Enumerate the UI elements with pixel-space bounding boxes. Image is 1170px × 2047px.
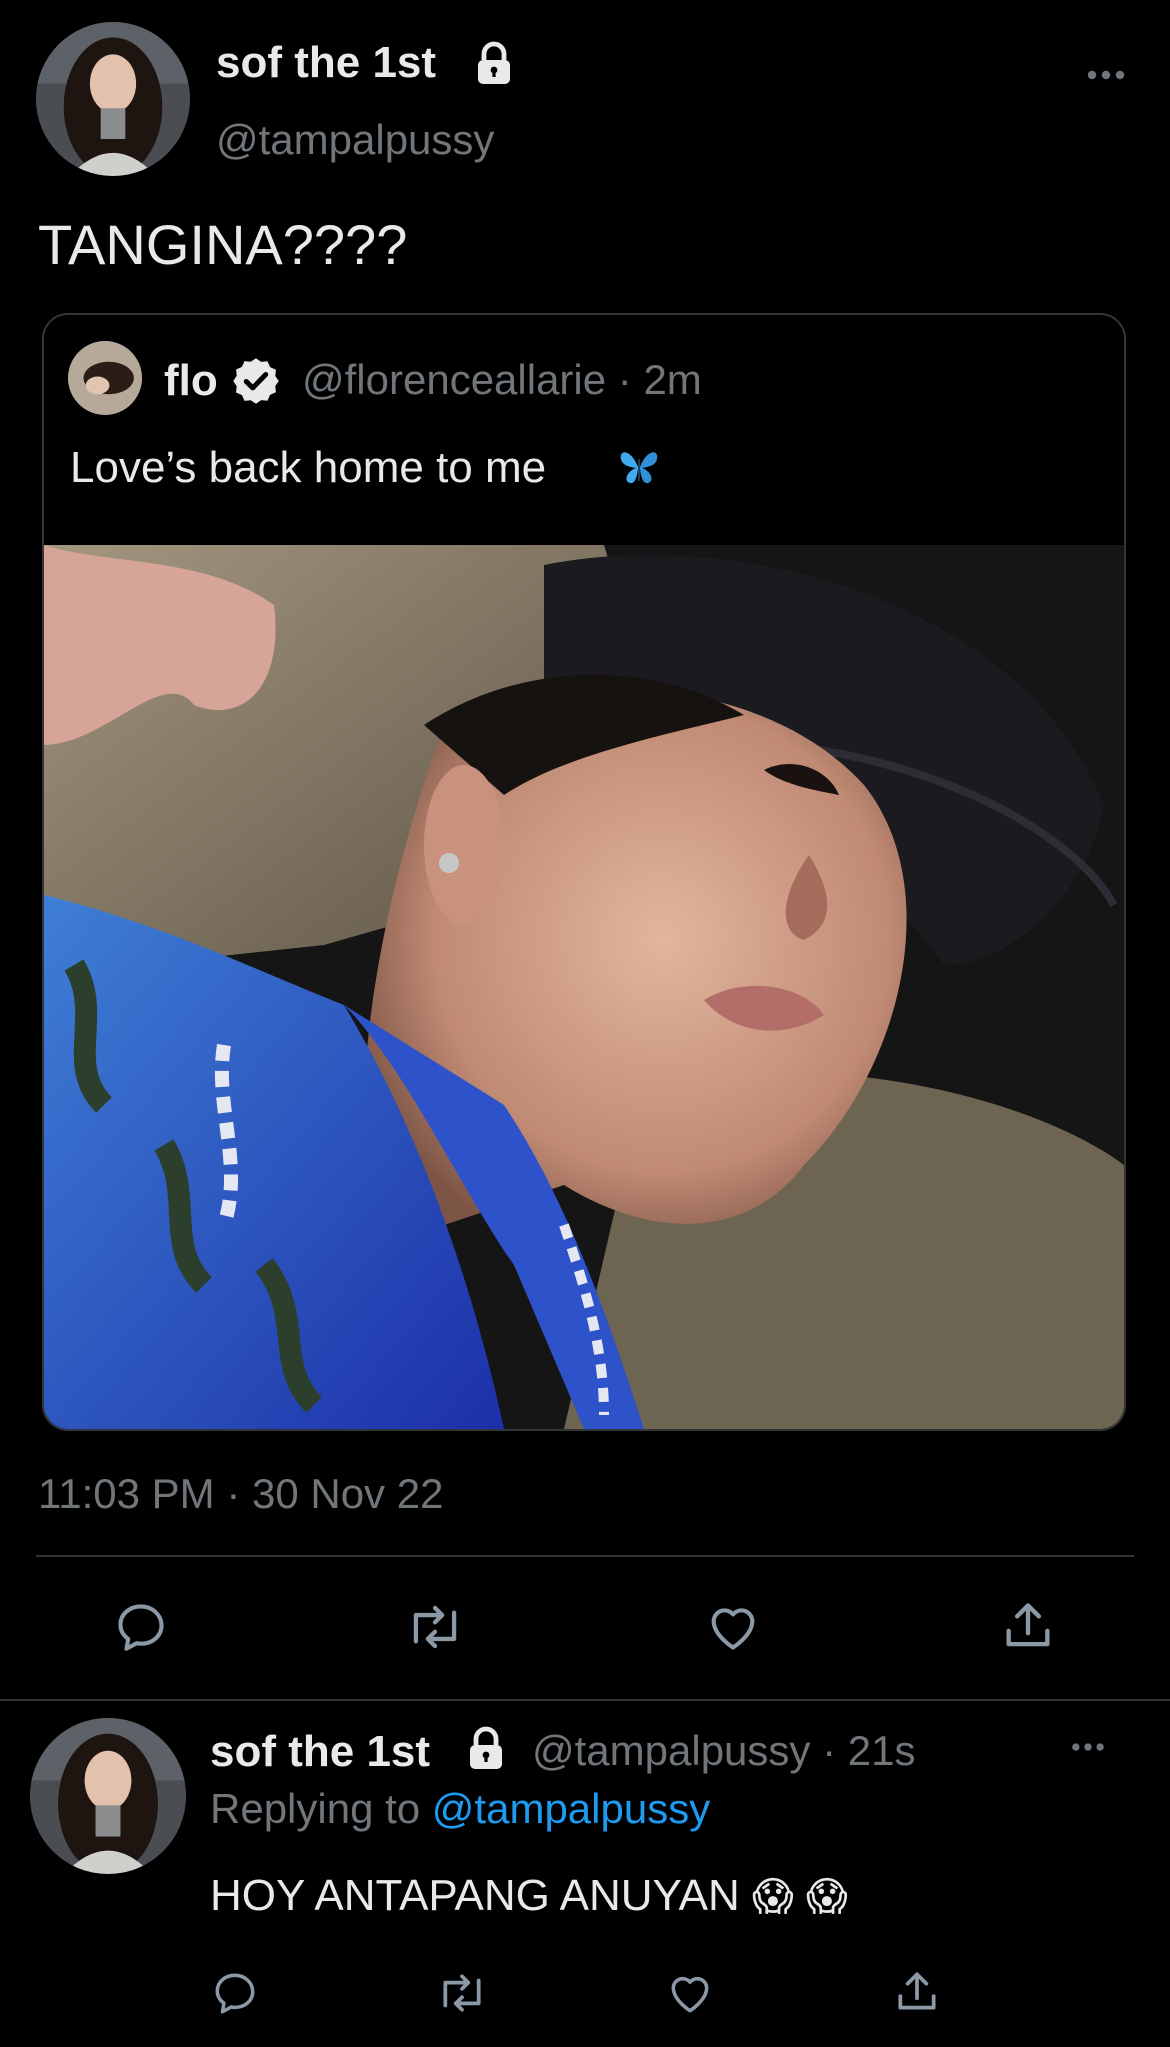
tweet-timestamp[interactable]: 11:03 PM · 30 Nov 22: [38, 1470, 443, 1518]
quoted-media-image[interactable]: [44, 545, 1124, 1429]
retweet-icon[interactable]: [434, 1968, 490, 2018]
replying-to-handle-link[interactable]: @tampalpussy: [432, 1785, 710, 1832]
quoted-author-handle[interactable]: @florenceallarie: [302, 356, 606, 403]
quoted-time: · 2m: [617, 356, 702, 403]
divider: [36, 1555, 1134, 1557]
scream-emoji: 😱: [752, 1875, 794, 1919]
reply-icon[interactable]: [112, 1598, 170, 1656]
heart-icon[interactable]: [703, 1598, 763, 1656]
reply-author-name[interactable]: sof the 1st: [210, 1727, 430, 1777]
verified-badge-icon: [230, 355, 282, 407]
share-icon[interactable]: [999, 1596, 1057, 1656]
section-divider: [0, 1699, 1170, 1701]
reply-author-avatar[interactable]: [30, 1718, 186, 1874]
lock-icon: [470, 40, 518, 88]
author-avatar[interactable]: [36, 22, 190, 176]
reply-tweet-text-line: HOY ANTAPANG ANUYAN 😱 😱: [210, 1871, 848, 1921]
scream-emoji: 😱: [805, 1875, 848, 1919]
quoted-handle-line[interactable]: @florenceallarie · 2m: [302, 356, 702, 404]
reply-time: · 21s: [822, 1727, 916, 1774]
quoted-author-avatar[interactable]: [68, 341, 142, 415]
quoted-author-name[interactable]: flo: [164, 356, 218, 406]
more-horizontal-icon[interactable]: [1068, 1734, 1108, 1760]
blue-butterfly-icon: [617, 447, 661, 487]
retweet-icon[interactable]: [404, 1598, 466, 1656]
reply-handle-line[interactable]: @tampalpussy · 21s: [532, 1727, 915, 1775]
lock-icon: [462, 1725, 510, 1773]
quoted-tweet-text: Love’s back home to me: [70, 443, 547, 492]
author-handle[interactable]: @tampalpussy: [216, 116, 494, 164]
more-horizontal-icon[interactable]: [1084, 60, 1128, 90]
replying-to-label: Replying to: [210, 1785, 421, 1832]
quoted-tweet-text-line: Love’s back home to me: [70, 443, 546, 493]
tweet-text: TANGINA????: [38, 213, 408, 276]
share-icon[interactable]: [892, 1966, 942, 2018]
reply-author-handle[interactable]: @tampalpussy: [532, 1727, 810, 1774]
reply-tweet-text: HOY ANTAPANG ANUYAN: [210, 1871, 740, 1920]
heart-icon[interactable]: [664, 1968, 716, 2018]
author-display-name[interactable]: sof the 1st: [216, 38, 436, 88]
reply-icon[interactable]: [210, 1968, 260, 2018]
replying-to-line: Replying to @tampalpussy: [210, 1785, 710, 1833]
